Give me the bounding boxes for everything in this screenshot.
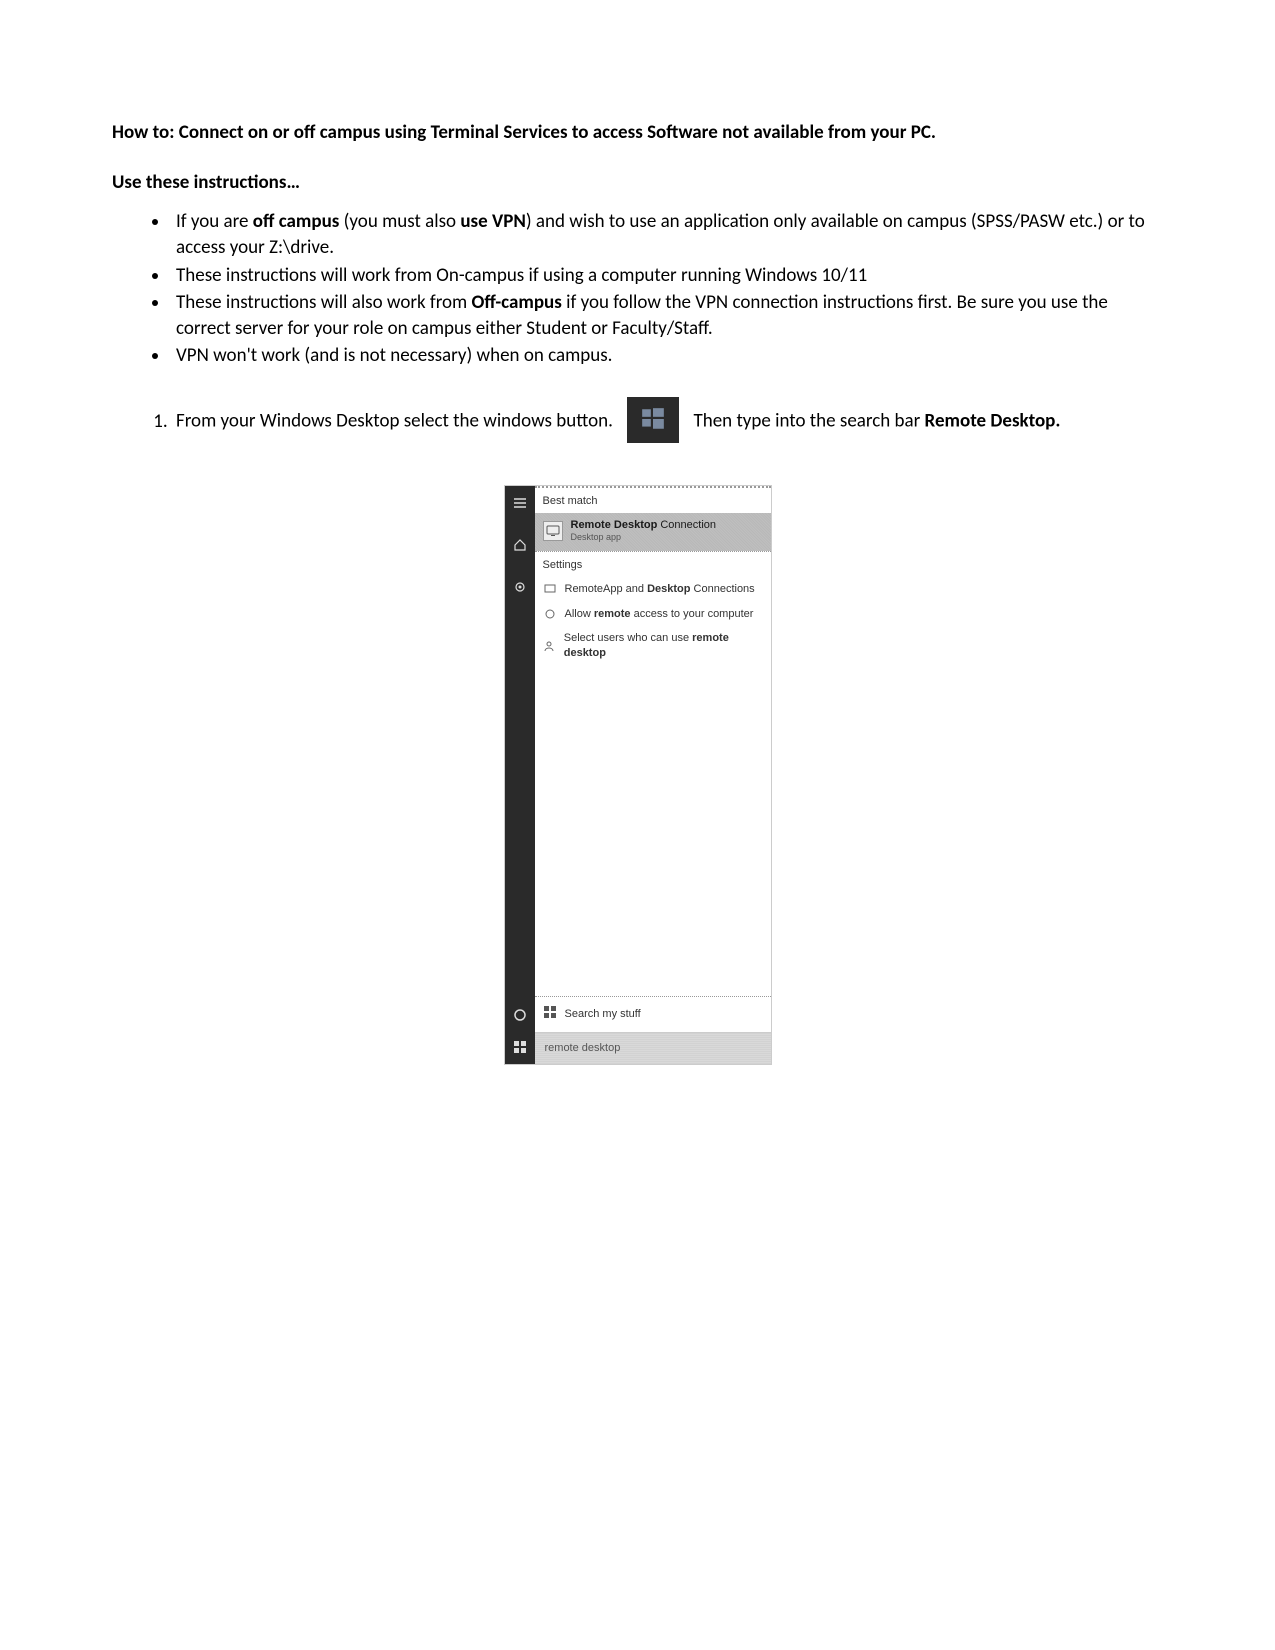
search-bar[interactable] — [535, 1032, 771, 1064]
page-title: How to: Connect on or off campus using T… — [112, 120, 1163, 146]
search-my-stuff-label: Search my stuff — [565, 1007, 641, 1022]
settings-item-icon — [543, 607, 557, 621]
settings-label: Settings — [535, 551, 771, 577]
settings-item-icon — [543, 639, 556, 653]
home-icon[interactable] — [513, 538, 527, 552]
bold-text: Off-campus — [472, 291, 562, 314]
settings-item-icon — [543, 582, 557, 596]
search-my-stuff[interactable]: Search my stuff — [535, 996, 771, 1032]
bullet-item: If you are off campus (you must also use… — [170, 209, 1163, 260]
settings-result-item[interactable]: Allow remote access to your computer — [535, 602, 771, 627]
start-menu-rail — [505, 486, 535, 1064]
bullet-item: VPN won't work (and is not necessary) wh… — [170, 343, 1163, 369]
bold-text: use VPN — [460, 210, 526, 233]
start-menu-screenshot: Best match Remote Desktop Connection Des… — [112, 485, 1163, 1065]
hamburger-icon[interactable] — [513, 496, 527, 510]
best-match-subtitle: Desktop app — [571, 532, 717, 543]
step-1: From your Windows Desktop select the win… — [172, 399, 1163, 445]
settings-result-item[interactable]: RemoteApp and Desktop Connections — [535, 577, 771, 602]
search-input[interactable] — [543, 1041, 763, 1055]
text: (you must also — [339, 210, 460, 233]
store-icon — [543, 1005, 557, 1024]
windows-tiles-icon[interactable] — [513, 1040, 527, 1054]
bullet-item: These instructions will work from On-cam… — [170, 263, 1163, 289]
settings-item-text: Select users who can use remote desktop — [564, 631, 763, 661]
bold-text: off campus — [253, 210, 340, 233]
windows-logo-icon — [627, 397, 679, 443]
step-1-text-pre: From your Windows Desktop select the win… — [176, 410, 613, 433]
numbered-steps: From your Windows Desktop select the win… — [112, 399, 1163, 445]
remote-desktop-icon — [543, 521, 563, 541]
settings-item-text: RemoteApp and Desktop Connections — [565, 582, 755, 597]
cortana-icon[interactable] — [513, 1008, 527, 1022]
start-menu-results: Best match Remote Desktop Connection Des… — [535, 486, 771, 1064]
step-1-text-bold: Remote Desktop. — [925, 410, 1061, 433]
gear-icon[interactable] — [513, 580, 527, 594]
best-match-label: Best match — [535, 486, 771, 513]
text: If you are — [176, 210, 253, 233]
step-1-text-post: Then type into the search bar — [693, 410, 924, 433]
text: These instructions will also work from — [176, 291, 472, 314]
instruction-bullet-list: If you are off campus (you must also use… — [112, 209, 1163, 369]
best-match-title: Remote Desktop Connection — [571, 519, 717, 532]
settings-result-item[interactable]: Select users who can use remote desktop — [535, 626, 771, 666]
instructions-subheading: Use these instructions… — [112, 170, 1163, 196]
settings-item-text: Allow remote access to your computer — [565, 607, 754, 622]
best-match-result[interactable]: Remote Desktop Connection Desktop app — [535, 513, 771, 551]
start-menu: Best match Remote Desktop Connection Des… — [504, 485, 772, 1065]
bullet-item: These instructions will also work from O… — [170, 290, 1163, 341]
